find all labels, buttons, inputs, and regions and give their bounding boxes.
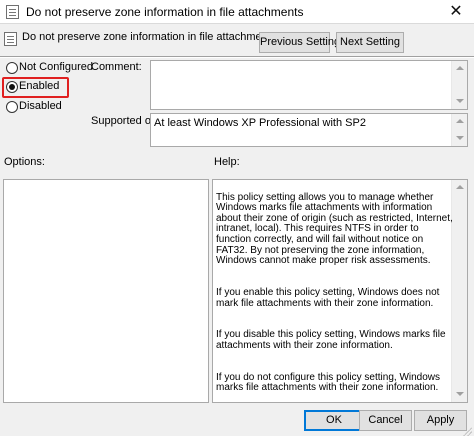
window-title: Do not preserve zone information in file… <box>26 5 304 19</box>
help-text: This policy setting allows you to manage… <box>216 182 456 412</box>
resize-grip[interactable] <box>462 426 472 436</box>
policy-setting-icon <box>4 32 17 46</box>
close-icon: ✕ <box>449 3 463 20</box>
scroll-up-icon[interactable] <box>456 119 464 123</box>
supported-on-value: At least Windows XP Professional with SP… <box>154 117 366 129</box>
enabled-highlight-box <box>2 77 69 98</box>
comment-label: Comment: <box>91 61 142 73</box>
supported-on-box: At least Windows XP Professional with SP… <box>150 113 468 147</box>
scroll-down-icon[interactable] <box>456 99 464 103</box>
radio-circle[interactable] <box>6 62 18 74</box>
scroll-down-icon[interactable] <box>456 392 464 396</box>
help-paragraph: If you do not configure this policy sett… <box>216 371 441 394</box>
radio-circle[interactable] <box>6 101 18 113</box>
policy-icon <box>6 5 19 19</box>
supported-scrollbar[interactable] <box>451 114 467 146</box>
options-label: Options: <box>4 156 45 168</box>
policy-name: Do not preserve zone information in file… <box>22 31 277 43</box>
cancel-button[interactable]: Cancel <box>359 410 412 431</box>
close-button[interactable]: ✕ <box>438 0 474 24</box>
radio-label: Not Configured <box>19 61 93 73</box>
help-paragraph: If you enable this policy setting, Windo… <box>216 286 440 309</box>
help-paragraph: If you disable this policy setting, Wind… <box>216 329 446 351</box>
comment-scrollbar[interactable] <box>451 61 467 109</box>
radio-disabled[interactable]: Disabled <box>6 100 66 116</box>
help-paragraph: This policy setting allows you to manage… <box>216 191 453 267</box>
header-divider <box>0 56 474 58</box>
title-bar: Do not preserve zone information in file… <box>0 0 474 24</box>
scroll-up-icon[interactable] <box>456 66 464 70</box>
scroll-down-icon[interactable] <box>456 136 464 140</box>
ok-button[interactable]: OK <box>304 410 364 431</box>
radio-not-configured[interactable]: Not Configured <box>6 61 93 77</box>
previous-setting-button[interactable]: Previous Setting <box>259 32 340 53</box>
scroll-up-icon[interactable] <box>456 185 464 189</box>
radio-label: Disabled <box>19 100 62 112</box>
apply-button[interactable]: Apply <box>414 410 467 431</box>
next-setting-button[interactable]: Next Setting <box>336 32 404 53</box>
help-label: Help: <box>214 156 240 168</box>
options-pane <box>3 179 209 403</box>
comment-textarea[interactable] <box>150 60 468 110</box>
